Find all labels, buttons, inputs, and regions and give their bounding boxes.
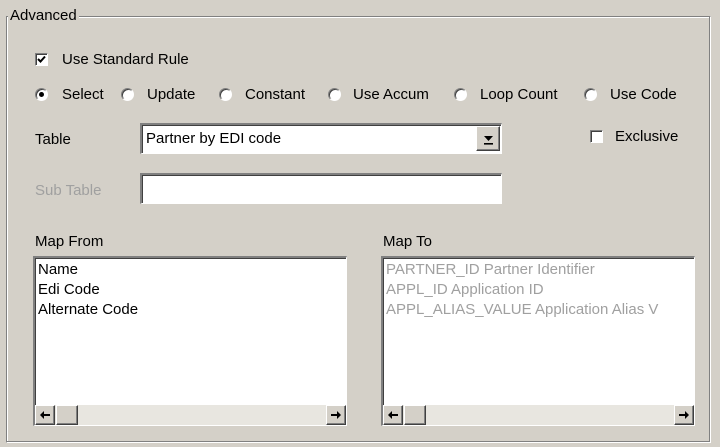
scroll-left-button[interactable]	[383, 405, 403, 425]
scroll-right-arrow-icon	[679, 411, 689, 419]
map-from-hscrollbar[interactable]	[35, 405, 346, 425]
exclusive-checkbox[interactable]	[590, 130, 603, 143]
exclusive-label[interactable]: Exclusive	[615, 127, 678, 147]
radio-selected-dot-icon	[39, 92, 44, 97]
radio-loop-count-label[interactable]: Loop Count	[480, 85, 558, 105]
map-from-items: Name Edi Code Alternate Code	[35, 260, 341, 320]
sub-table-label: Sub Table	[35, 182, 102, 199]
scroll-right-button[interactable]	[326, 405, 346, 425]
sub-table-input[interactable]	[140, 173, 502, 204]
scroll-right-arrow-icon	[331, 411, 341, 419]
radio-constant[interactable]	[219, 88, 232, 101]
scroll-left-arrow-icon	[388, 411, 398, 419]
map-from-listbox[interactable]: Name Edi Code Alternate Code	[33, 256, 347, 426]
map-to-items: PARTNER_ID Partner Identifier APPL_ID Ap…	[383, 260, 689, 320]
dropdown-arrow-icon	[483, 135, 493, 145]
map-from-label: Map From	[35, 233, 104, 250]
map-to-hscrollbar[interactable]	[383, 405, 694, 425]
list-item[interactable]: PARTNER_ID Partner Identifier	[383, 260, 689, 280]
list-item[interactable]: Name	[35, 260, 341, 280]
map-to-listbox[interactable]: PARTNER_ID Partner Identifier APPL_ID Ap…	[381, 256, 695, 426]
scroll-right-button[interactable]	[674, 405, 694, 425]
list-item[interactable]: APPL_ID Application ID	[383, 280, 689, 300]
radio-select[interactable]	[35, 88, 48, 101]
use-standard-rule-label[interactable]: Use Standard Rule	[62, 50, 189, 70]
use-standard-rule-checkbox[interactable]	[35, 53, 48, 66]
scroll-thumb[interactable]	[404, 405, 426, 425]
radio-constant-label[interactable]: Constant	[245, 85, 305, 105]
scroll-left-button[interactable]	[35, 405, 55, 425]
map-to-label: Map To	[383, 233, 432, 250]
radio-update-label[interactable]: Update	[147, 85, 195, 105]
radio-use-accum-label[interactable]: Use Accum	[353, 85, 429, 105]
table-dropdown[interactable]: Partner by EDI code	[140, 123, 502, 154]
radio-update[interactable]	[121, 88, 134, 101]
list-item[interactable]: Edi Code	[35, 280, 341, 300]
scroll-thumb[interactable]	[56, 405, 78, 425]
table-dropdown-value: Partner by EDI code	[146, 130, 282, 147]
table-dropdown-button[interactable]	[476, 126, 500, 151]
list-item[interactable]: Alternate Code	[35, 300, 341, 320]
scroll-left-arrow-icon	[40, 411, 50, 419]
list-item[interactable]: APPL_ALIAS_VALUE Application Alias V	[383, 300, 689, 320]
radio-loop-count[interactable]	[454, 88, 467, 101]
table-label: Table	[35, 131, 71, 148]
radio-use-code[interactable]	[584, 88, 597, 101]
check-mark-icon	[37, 55, 46, 63]
radio-select-label[interactable]: Select	[62, 85, 104, 105]
group-title: Advanced	[8, 6, 79, 26]
radio-use-accum[interactable]	[328, 88, 341, 101]
radio-use-code-label[interactable]: Use Code	[610, 85, 677, 105]
